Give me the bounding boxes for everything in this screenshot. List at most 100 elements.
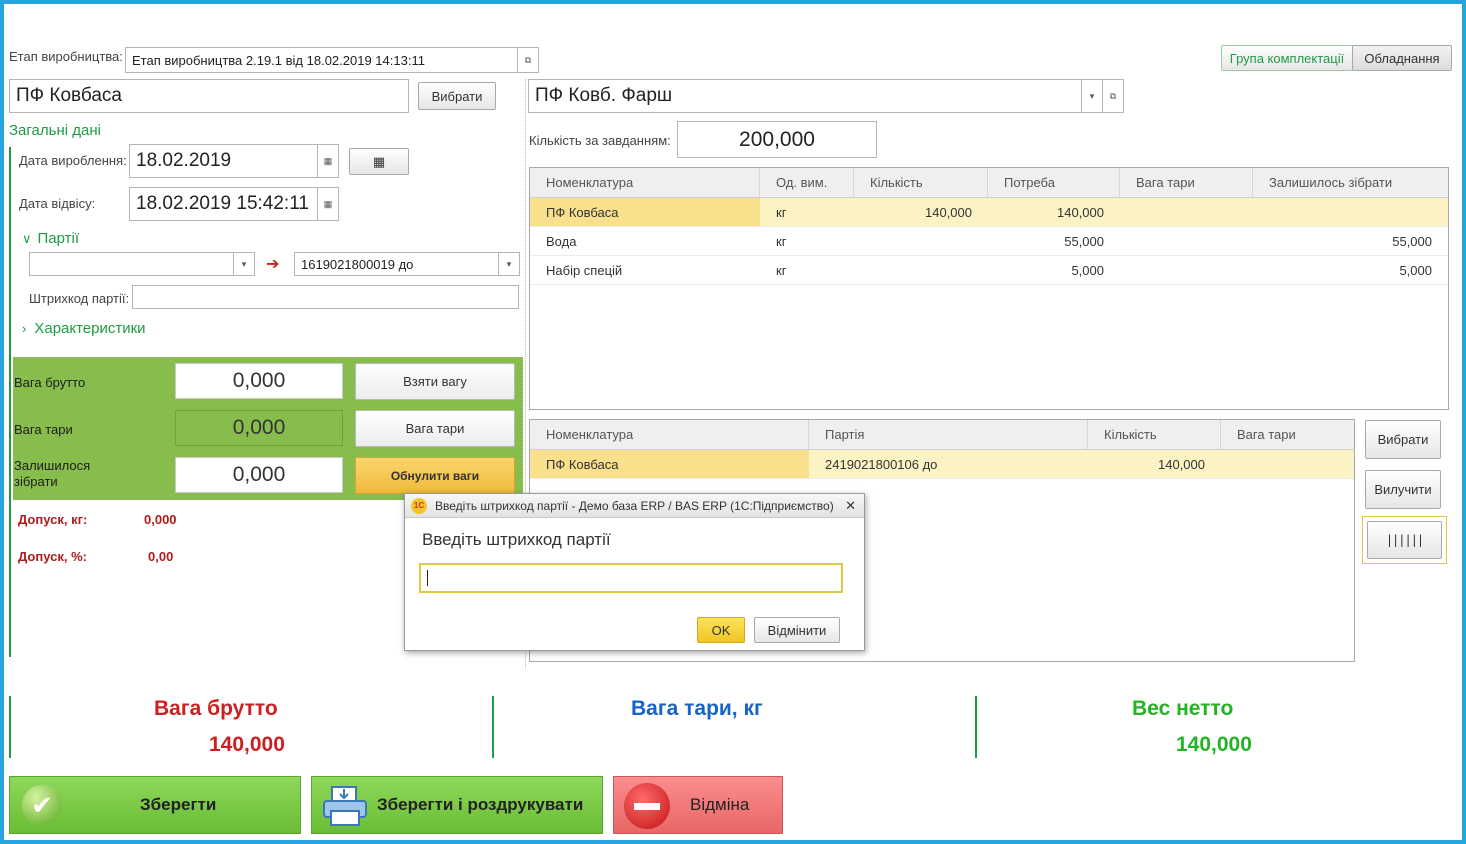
col-header[interactable]: Потреба — [988, 168, 1120, 197]
dialog-titlebar: 1С Введіть штрихкод партії - Демо база E… — [405, 494, 864, 518]
barcode-field[interactable] — [132, 285, 519, 309]
side-select-button[interactable]: Вибрати — [1365, 420, 1441, 459]
cell: 140,000 — [925, 204, 972, 220]
reset-weights-button[interactable]: Обнулити ваги — [355, 457, 515, 494]
tab-group-kit[interactable]: Група комплектації — [1221, 45, 1353, 71]
components-table-header: Номенклатура Од. вим. Кількість Потреба … — [530, 168, 1448, 198]
barcode-icon: |||||| — [1385, 533, 1424, 547]
col-header[interactable]: Партія — [809, 420, 1088, 449]
calendar-button[interactable]: ▦ — [349, 148, 409, 175]
cell — [1120, 227, 1253, 255]
chevron-right-icon: › — [22, 321, 27, 336]
batches-toggle[interactable]: ∨ Партії — [22, 230, 79, 247]
dialog-cancel-button[interactable]: Відмінити — [754, 617, 840, 643]
recipe-value: ПФ Ковб. Фарш — [535, 85, 673, 106]
left-accent-line — [9, 147, 11, 657]
cell — [1253, 198, 1448, 226]
cell: 5,000 — [1399, 262, 1432, 278]
components-table[interactable]: Номенклатура Од. вим. Кількість Потреба … — [529, 167, 1449, 410]
cell: 2419021800106 до — [825, 456, 938, 472]
production-date-label: Дата вироблення: — [19, 153, 127, 168]
open-icon[interactable]: ⧉ — [1102, 80, 1123, 112]
col-header[interactable]: Од. вим. — [760, 168, 854, 197]
summary-divider — [975, 696, 977, 758]
dispatch-date-value: 18.02.2019 15:42:11 — [136, 193, 309, 214]
col-header[interactable]: Кількість — [854, 168, 988, 197]
summary-gross-value: 140,000 — [209, 733, 285, 756]
cell — [1120, 198, 1253, 226]
cell — [854, 256, 988, 284]
dialog-ok-button[interactable]: OK — [697, 617, 745, 643]
summary-divider — [9, 696, 11, 758]
window-frame: Етап виробництва: Етап виробництва 2.19.… — [0, 0, 1466, 844]
table-row[interactable]: Набір спецій кг 5,000 5,000 — [530, 256, 1448, 285]
col-header[interactable]: Залишилось зібрати — [1253, 168, 1448, 197]
characteristics-title: Характеристики — [34, 320, 146, 337]
dropdown-icon[interactable]: ▾ — [1081, 80, 1102, 112]
save-print-label: Зберегти і роздрукувати — [377, 795, 584, 814]
production-date-field[interactable]: 18.02.2019 ▦ — [129, 144, 339, 178]
gross-field[interactable]: 0,000 — [175, 363, 343, 399]
production-date-value: 18.02.2019 — [136, 150, 232, 171]
general-title: Загальні дані — [9, 122, 101, 139]
recipe-field[interactable]: ПФ Ковб. Фарш ▾ ⧉ — [528, 79, 1124, 113]
table-row[interactable]: ПФ Ковбаса 2419021800106 до 140,000 — [530, 450, 1354, 479]
characteristics-toggle[interactable]: › Характеристики — [22, 320, 146, 337]
col-header[interactable]: Номенклатура — [530, 168, 760, 197]
qty-field[interactable]: 200,000 — [677, 121, 877, 158]
tare-field: 0,000 — [175, 410, 343, 446]
remaining-label-line2: зібрати — [14, 474, 58, 489]
dropdown-icon[interactable]: ▾ — [233, 253, 254, 275]
save-button[interactable]: ✔ Зберегти — [9, 776, 301, 834]
stop-icon — [624, 783, 670, 829]
dialog-prompt: Введіть штрихкод партії — [422, 530, 611, 549]
col-header[interactable]: Кількість — [1088, 420, 1221, 449]
calendar-small-icon[interactable]: ▦ — [317, 188, 338, 220]
take-weight-button[interactable]: Взяти вагу — [355, 363, 515, 400]
cell — [854, 227, 988, 255]
summary-net-value: 140,000 — [1176, 733, 1252, 756]
stage-label: Етап виробництва: — [9, 49, 123, 64]
barcode-button[interactable]: |||||| — [1367, 521, 1442, 559]
col-header[interactable]: Номенклатура — [530, 420, 809, 449]
cancel-button[interactable]: Відміна — [613, 776, 783, 834]
gross-label: Вага брутто — [14, 375, 86, 390]
dispatch-date-field[interactable]: 18.02.2019 15:42:11 ▦ — [129, 187, 339, 221]
summary-gross-title: Вага брутто — [154, 697, 278, 720]
dropdown-icon[interactable]: ▾ — [498, 253, 519, 275]
tolerance-pct-label: Допуск, %: — [18, 549, 87, 564]
cell — [1120, 256, 1253, 284]
cell: 55,000 — [1064, 233, 1104, 249]
tare-weight-button[interactable]: Вага тари — [355, 410, 515, 447]
arrow-right-icon: ➔ — [266, 256, 280, 273]
cell: кг — [776, 262, 787, 278]
tab-equipment[interactable]: Обладнання — [1352, 45, 1452, 71]
save-print-button[interactable]: Зберегти і роздрукувати — [311, 776, 603, 834]
cell: 55,000 — [1392, 233, 1432, 249]
product-select-button[interactable]: Вибрати — [418, 82, 496, 110]
side-exclude-button[interactable]: Вилучити — [1365, 470, 1441, 509]
product-field[interactable]: ПФ Ковбаса — [9, 79, 409, 113]
stage-field[interactable]: Етап виробництва 2.19.1 від 18.02.2019 1… — [125, 47, 539, 73]
batch-to-field[interactable]: 1619021800019 до ▾ — [294, 252, 520, 276]
cancel-label: Відміна — [690, 795, 750, 814]
batch-from-field[interactable]: ▾ — [29, 252, 255, 276]
weights-panel: Вага брутто 0,000 Взяти вагу Вага тари 0… — [13, 357, 523, 500]
table-row[interactable]: ПФ Ковбаса кг 140,000 140,000 — [530, 198, 1448, 227]
calendar-small-icon[interactable]: ▦ — [317, 145, 338, 177]
table-row[interactable]: Вода кг 55,000 55,000 — [530, 227, 1448, 256]
remaining-label-line1: Залишилося — [14, 458, 91, 473]
col-header[interactable]: Вага тари — [1120, 168, 1253, 197]
calendar-icon: ▦ — [372, 153, 386, 169]
dialog-barcode-input[interactable] — [419, 563, 843, 593]
printer-icon — [322, 785, 368, 827]
summary-tare-title: Вага тари, кг — [631, 697, 763, 720]
text-caret — [427, 570, 428, 586]
cell: кг — [776, 204, 787, 220]
col-header[interactable]: Вага тари — [1221, 420, 1354, 449]
dialog-title: Введіть штрихкод партії - Демо база ERP … — [435, 498, 834, 513]
qty-label: Кількість за завданням: — [529, 133, 671, 148]
open-icon[interactable]: ⧉ — [517, 48, 538, 72]
app-logo-icon: 1С — [411, 497, 427, 514]
close-icon[interactable]: ✕ — [845, 498, 856, 514]
